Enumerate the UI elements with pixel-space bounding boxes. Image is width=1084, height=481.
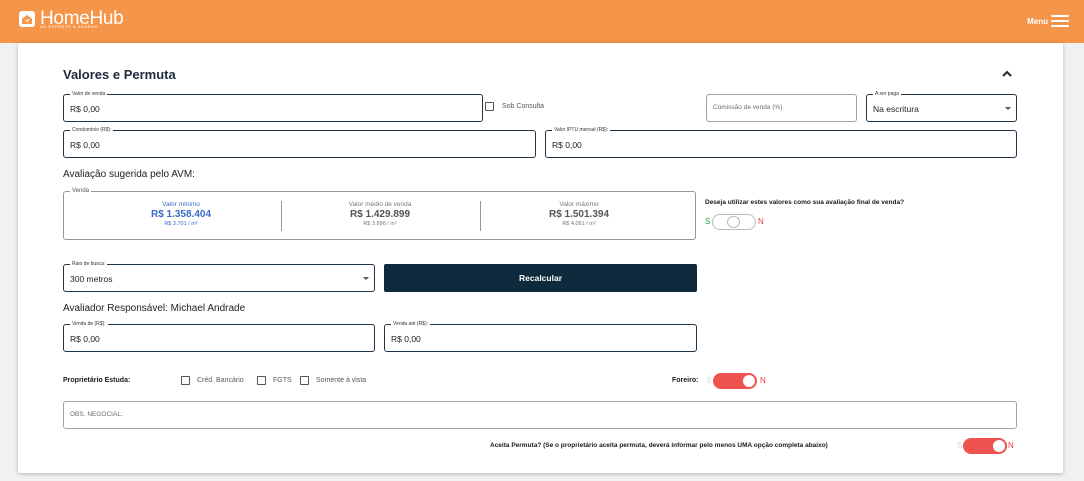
section-title: Valores e Permuta: [63, 67, 176, 82]
chevron-up-icon[interactable]: [1000, 68, 1014, 80]
cred-bancario-checkbox[interactable]: [181, 376, 190, 385]
a-ser-paga-value: Na escritura: [873, 104, 919, 114]
raio-busca-select[interactable]: Raio de busca: 300 metros: [63, 260, 375, 292]
comissao-placeholder: Comissão de venda (%): [713, 104, 783, 111]
valor-venda-field[interactable]: Valor de venda R$ 0,00: [63, 90, 483, 122]
somente-a-vista-label: Somente à vista: [316, 377, 367, 384]
aceita-permuta-toggle[interactable]: [963, 438, 1007, 454]
condominio-label: Condomínio (R$):: [70, 126, 114, 134]
caret-down-icon: [1005, 107, 1011, 110]
condominio-value[interactable]: R$ 0,00: [70, 140, 100, 150]
avm-max-per-m2: R$ 4.091 / m²: [562, 221, 596, 227]
menu-label[interactable]: Menu: [1027, 17, 1048, 26]
a-ser-paga-select[interactable]: A ser paga Na escritura: [866, 90, 1017, 122]
aceita-permuta-question: Aceita Permuta? (Se o proprietário aceit…: [490, 442, 828, 449]
avm-min: Valor mínimo R$ 1.358.404 R$ 3.701 / m²: [81, 201, 281, 227]
avm-toggle-s: S: [705, 217, 711, 226]
obs-negocial-field[interactable]: OBS. NEGOCIAL:: [63, 401, 1017, 429]
a-ser-paga-label: A ser paga: [873, 90, 901, 98]
venda-de-value[interactable]: R$ 0,00: [70, 334, 100, 344]
avm-box-legend: Venda: [70, 187, 92, 195]
avm-min-value: R$ 1.358.404: [150, 209, 212, 220]
somente-a-vista-checkbox[interactable]: [300, 376, 309, 385]
avaliador-responsavel: Avaliador Responsável: Michael Andrade: [63, 303, 246, 314]
avm-max: Valor máximo R$ 1.501.394 R$ 4.091 / m²: [479, 201, 679, 227]
avm-use-values-toggle[interactable]: [712, 214, 756, 230]
iptu-label: Valor IPTU mensal (R$):: [552, 126, 611, 134]
permuta-s: S: [957, 441, 963, 450]
foreiro-n: N: [760, 376, 766, 385]
avm-max-label: Valor máximo: [559, 201, 599, 208]
raio-busca-label: Raio de busca:: [70, 260, 108, 268]
avm-mid: Valor médio de venda R$ 1.429.899 R$ 3.8…: [280, 201, 480, 227]
avm-min-per-m2: R$ 3.701 / m²: [164, 221, 198, 227]
venda-ate-value[interactable]: R$ 0,00: [391, 334, 421, 344]
avm-title: Avaliação sugerida pelo AVM:: [63, 169, 195, 180]
condominio-field[interactable]: Condomínio (R$): R$ 0,00: [63, 126, 536, 158]
avm-mid-per-m2: R$ 3.896 / m²: [363, 221, 397, 227]
avm-toggle-n: N: [758, 217, 764, 226]
proprietario-estuda-label: Proprietário Estuda:: [63, 377, 131, 384]
recalcular-button[interactable]: Recalcular: [384, 264, 697, 292]
venda-ate-field[interactable]: Venda até (R$): R$ 0,00: [384, 320, 697, 352]
brand-subtitle: AN EXPERTS & ARARAS: [40, 24, 98, 29]
cred-bancario-label: Créd. Bancário: [197, 377, 244, 384]
comissao-field[interactable]: Comissão de venda (%): [706, 94, 857, 122]
house-logo-icon: [19, 11, 35, 27]
avm-range-box: Venda Valor mínimo R$ 1.358.404 R$ 3.701…: [63, 187, 696, 240]
avm-min-label: Valor mínimo: [162, 201, 200, 208]
valor-venda-label: Valor de venda: [70, 90, 108, 98]
sob-consulta-checkbox[interactable]: [485, 102, 494, 111]
fgts-checkbox[interactable]: [257, 376, 266, 385]
permuta-n: N: [1008, 441, 1014, 450]
fgts-label: FGTS: [273, 377, 292, 384]
avm-max-value: R$ 1.501.394: [548, 209, 610, 220]
avm-question: Deseja utilizar estes valores como sua a…: [705, 199, 905, 206]
venda-ate-label: Venda até (R$):: [391, 320, 431, 328]
iptu-value[interactable]: R$ 0,00: [552, 140, 582, 150]
hamburger-menu-icon[interactable]: [1051, 15, 1069, 28]
foreiro-toggle[interactable]: [713, 373, 757, 389]
raio-busca-value: 300 metros: [70, 274, 113, 284]
avm-mid-label: Valor médio de venda: [348, 201, 412, 208]
caret-down-icon: [363, 277, 369, 280]
foreiro-s: S: [706, 376, 712, 385]
valor-venda-value[interactable]: R$ 0,00: [70, 104, 100, 114]
foreiro-label: Foreiro:: [672, 377, 699, 384]
venda-de-field[interactable]: Venda de (R$): R$ 0,00: [63, 320, 375, 352]
top-bar: HomeHub AN EXPERTS & ARARAS Menu: [0, 0, 1084, 43]
iptu-field[interactable]: Valor IPTU mensal (R$): R$ 0,00: [545, 126, 1017, 158]
venda-de-label: Venda de (R$):: [70, 320, 108, 328]
sob-consulta-label: Sob Consulta: [502, 103, 545, 110]
obs-negocial-placeholder: OBS. NEGOCIAL:: [70, 411, 123, 418]
avm-mid-value: R$ 1.429.899: [349, 209, 411, 220]
